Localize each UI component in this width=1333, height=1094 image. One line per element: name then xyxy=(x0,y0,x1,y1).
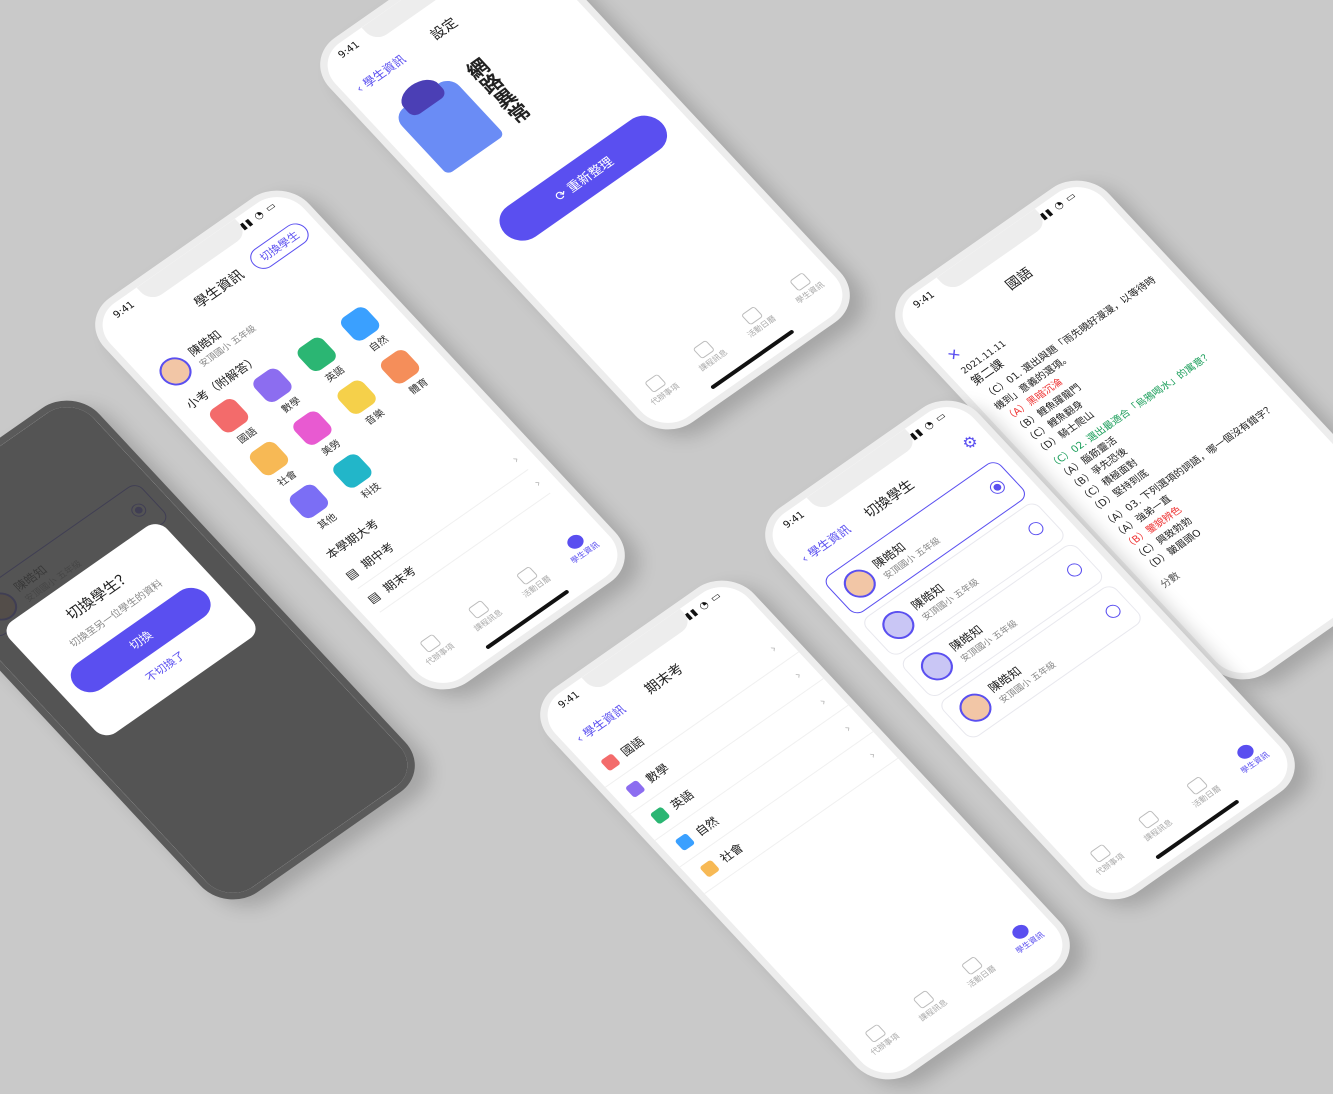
tabbar: 代辦事項 課程訊息 活動日曆 學生資訊 xyxy=(1071,730,1283,885)
tabbar: 代辦事項 課程訊息 活動日曆 學生資訊 xyxy=(626,260,838,415)
tab-calendar[interactable]: 活動日曆 xyxy=(734,302,779,340)
status-time: 9:41 xyxy=(111,299,138,321)
tab-courses[interactable]: 課程訊息 xyxy=(460,595,505,633)
tab-todo[interactable]: 代辦事項 xyxy=(637,369,682,407)
page-title: 設定 xyxy=(427,15,462,44)
page-title: 國語 xyxy=(1002,265,1037,294)
chevron-right-icon: › xyxy=(865,747,879,761)
page-title: 學生資訊 xyxy=(191,267,248,312)
status-time: 9:41 xyxy=(556,689,583,711)
radio[interactable] xyxy=(1102,602,1124,621)
tab-todo[interactable]: 代辦事項 xyxy=(412,629,457,667)
radio[interactable] xyxy=(1063,560,1086,580)
avatar xyxy=(152,351,199,392)
chevron-right-icon: › xyxy=(530,475,545,490)
social-icon xyxy=(698,859,720,878)
tab-courses[interactable]: 課程訊息 xyxy=(685,335,730,373)
chevron-right-icon: › xyxy=(840,721,855,735)
tab-courses[interactable]: 課程訊息 xyxy=(905,985,950,1023)
gear-icon[interactable]: ⚙ xyxy=(957,431,982,453)
avatar xyxy=(952,688,999,728)
subject-label: 社會 xyxy=(717,841,747,866)
tab-calendar[interactable]: 活動日曆 xyxy=(1179,772,1224,810)
tab-calendar[interactable]: 活動日曆 xyxy=(954,952,999,990)
tab-student[interactable]: 學生資訊 xyxy=(1227,738,1272,776)
document-icon: ▤ xyxy=(363,588,383,606)
reload-label: 重新整理 xyxy=(564,154,618,196)
status-time: 9:41 xyxy=(336,39,363,61)
chevron-right-icon: › xyxy=(790,668,805,682)
math-icon xyxy=(624,779,646,798)
status-time: 9:41 xyxy=(781,509,808,531)
tab-todo[interactable]: 代辦事項 xyxy=(1082,839,1127,877)
chevron-right-icon: › xyxy=(815,694,830,708)
radio-selected[interactable] xyxy=(986,478,1008,497)
subject-label: 自然 xyxy=(692,814,722,839)
chinese-icon xyxy=(599,752,621,772)
back-label: 學生資訊 xyxy=(359,52,409,90)
chevron-right-icon: › xyxy=(508,452,522,466)
document-icon: ▤ xyxy=(341,565,361,582)
back-button[interactable]: ‹ 學生資訊 xyxy=(351,51,409,96)
tab-courses[interactable]: 課程訊息 xyxy=(1130,805,1175,843)
tabbar: 代辦事項 課程訊息 活動日曆 學生資訊 xyxy=(846,910,1058,1065)
chevron-right-icon: › xyxy=(766,641,780,655)
science-icon xyxy=(674,832,696,851)
subject-label: 國語 xyxy=(617,734,648,759)
tab-student[interactable]: 學生資訊 xyxy=(1002,918,1047,956)
avatar xyxy=(914,646,960,687)
avatar xyxy=(875,605,921,645)
subject-label: 數學 xyxy=(642,761,673,786)
english-icon xyxy=(649,805,671,825)
tab-todo[interactable]: 代辦事項 xyxy=(857,1019,902,1057)
radio[interactable] xyxy=(1025,519,1047,538)
tab-student[interactable]: 學生資訊 xyxy=(557,528,602,566)
status-time: 9:41 xyxy=(911,289,938,311)
tab-student[interactable]: 學生資訊 xyxy=(782,268,827,306)
subject-label: 英語 xyxy=(667,787,697,813)
tab-calendar[interactable]: 活動日曆 xyxy=(509,562,554,600)
avatar xyxy=(837,563,883,604)
